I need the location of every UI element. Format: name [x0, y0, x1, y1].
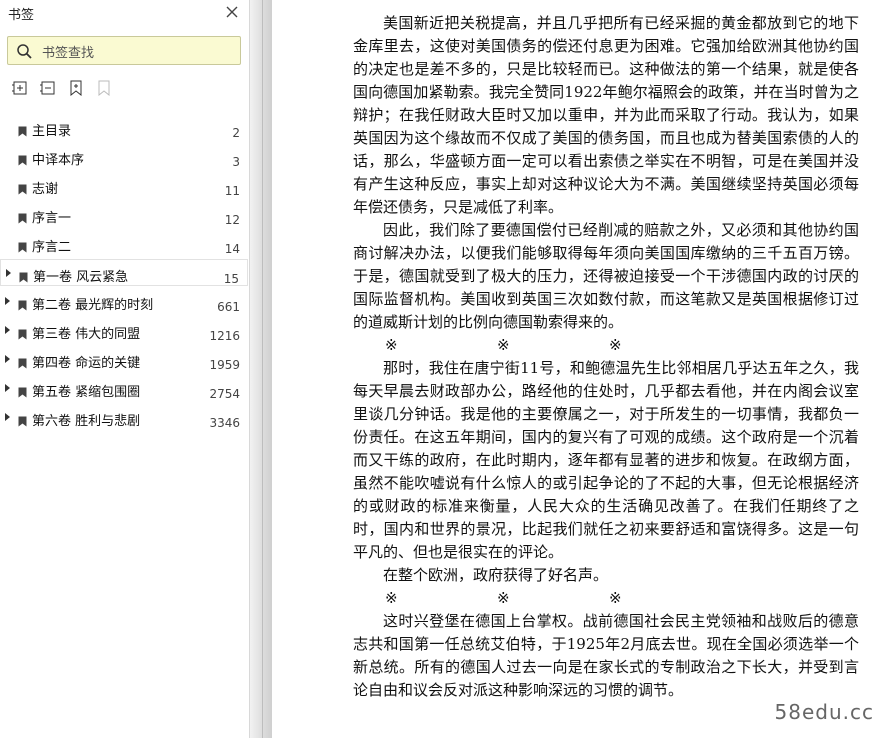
separator-mark: ※ — [609, 336, 622, 354]
bookmark-label: 序言二 — [32, 240, 72, 255]
bookmark-panel: 书签 书签查找 主目录 2 中译本序 3 志谢 11 序言一 12 序言二 14 第一卷 风云紧急 1… — [0, 0, 250, 738]
bookmark-item[interactable]: 第三卷 伟大的同盟 1216 — [0, 317, 248, 344]
bookmark-item[interactable]: 第六卷 胜利与悲剧 3346 — [0, 404, 248, 431]
bookmark-page-number: 1959 — [209, 358, 240, 372]
separator-mark: ※ — [497, 589, 510, 607]
bookmark-icon — [18, 383, 27, 402]
bookmark-icon — [18, 151, 27, 170]
splitter-line — [262, 0, 263, 738]
bookmark-page-number: 2 — [232, 126, 240, 140]
bookmark-item[interactable]: 序言二 14 — [0, 230, 248, 257]
watermark: 58edu.cc — [774, 700, 874, 724]
bookmark-icon — [18, 209, 27, 228]
separator-mark: ※ — [385, 589, 398, 607]
bookmark-page-number: 661 — [217, 300, 240, 314]
bookmark-page-number: 12 — [224, 213, 240, 227]
expand-arrow-icon[interactable] — [5, 326, 10, 334]
separator-mark: ※ — [385, 336, 398, 354]
bookmark-item[interactable]: 第四卷 命运的关键 1959 — [0, 346, 248, 373]
bookmark-item[interactable]: 第一卷 风云紧急 15 — [0, 259, 248, 286]
document-page: 美国新近把关税提高，并且几乎把所有已经采掘的黄金都放到它的地下金库里去，这使对美… — [272, 0, 888, 738]
bookmark-page-number: 14 — [224, 242, 240, 256]
bookmark-item[interactable]: 中译本序 3 — [0, 143, 248, 170]
paragraph: 美国新近把关税提高，并且几乎把所有已经采掘的黄金都放到它的地下金库里去，这使对美… — [353, 14, 859, 216]
bookmark-icon — [18, 122, 27, 141]
bookmark-item[interactable]: 主目录 2 — [0, 114, 248, 141]
bookmark-label: 中译本序 — [32, 153, 85, 168]
bookmark-page-number: 3 — [232, 155, 240, 169]
bookmark-item[interactable]: 序言一 12 — [0, 201, 248, 228]
bookmark-item[interactable]: 第五卷 紧缩包围圈 2754 — [0, 375, 248, 402]
expand-arrow-icon[interactable] — [5, 384, 10, 392]
search-icon — [17, 44, 32, 59]
bookmark-label: 第五卷 紧缩包围圈 — [32, 385, 141, 400]
bookmark-item[interactable]: 第二卷 最光辉的时刻 661 — [0, 288, 248, 315]
page-text: 美国新近把关税提高，并且几乎把所有已经采掘的黄金都放到它的地下金库里去，这使对美… — [353, 12, 859, 702]
collapse-all-icon[interactable] — [40, 80, 56, 96]
bookmark-panel-title: 书签 — [8, 8, 35, 23]
add-bookmark-icon[interactable] — [68, 80, 84, 97]
bookmark-page-number: 3346 — [209, 416, 240, 430]
bookmark-page-number: 2754 — [209, 387, 240, 401]
expand-arrow-icon[interactable] — [5, 355, 10, 363]
bookmark-page-number: 15 — [223, 272, 239, 286]
bookmark-label: 志谢 — [32, 182, 59, 197]
expand-arrow-icon[interactable] — [5, 297, 10, 305]
paragraph: 这时兴登堡在德国上台掌权。战前德国社会民主党领袖和战败后的德意志共和国第一任总统… — [353, 612, 859, 699]
bookmark-page-number: 11 — [224, 184, 240, 198]
bookmark-icon — [18, 238, 27, 257]
section-separator: ※ ※ ※ — [353, 334, 859, 357]
bookmark-icon — [18, 325, 27, 344]
bookmark-search-input[interactable]: 书签查找 — [7, 36, 241, 65]
bookmark-label: 第二卷 最光辉的时刻 — [32, 298, 154, 313]
panel-splitter[interactable] — [250, 0, 272, 738]
paragraph: 因此，我们除了要德国偿付已经削减的赔款之外，又必须和其他协约国商讨解决办法，以便… — [353, 221, 859, 331]
separator-mark: ※ — [497, 336, 510, 354]
bookmark-item[interactable]: 志谢 11 — [0, 172, 248, 199]
paragraph: 在整个欧洲，政府获得了好名声。 — [383, 566, 609, 584]
bookmark-icon — [19, 268, 28, 287]
bookmark-panel-header: 书签 — [0, 0, 250, 26]
separator-mark: ※ — [609, 589, 622, 607]
section-separator: ※ ※ ※ — [353, 587, 859, 610]
bookmark-icon — [18, 180, 27, 199]
bookmark-label: 第六卷 胜利与悲剧 — [32, 414, 141, 429]
expand-arrow-icon[interactable] — [6, 269, 11, 277]
paragraph: 那时，我住在唐宁街11号，和鲍德温先生比邻相居几乎达五年之久，我每天早晨去财政部… — [353, 359, 859, 561]
bookmark-icon — [18, 296, 27, 315]
bookmark-label: 序言一 — [32, 211, 72, 226]
delete-bookmark-icon[interactable] — [96, 80, 112, 97]
bookmark-icon — [18, 354, 27, 373]
bookmark-icon — [18, 412, 27, 431]
expand-all-icon[interactable] — [12, 80, 28, 96]
bookmark-label: 第一卷 风云紧急 — [33, 270, 129, 285]
close-icon[interactable] — [222, 2, 242, 22]
bookmark-page-number: 1216 — [209, 329, 240, 343]
bookmark-label: 第四卷 命运的关键 — [32, 356, 141, 371]
search-placeholder: 书签查找 — [42, 46, 95, 61]
bookmark-label: 主目录 — [32, 124, 72, 139]
expand-arrow-icon[interactable] — [5, 413, 10, 421]
bookmark-label: 第三卷 伟大的同盟 — [32, 327, 141, 342]
